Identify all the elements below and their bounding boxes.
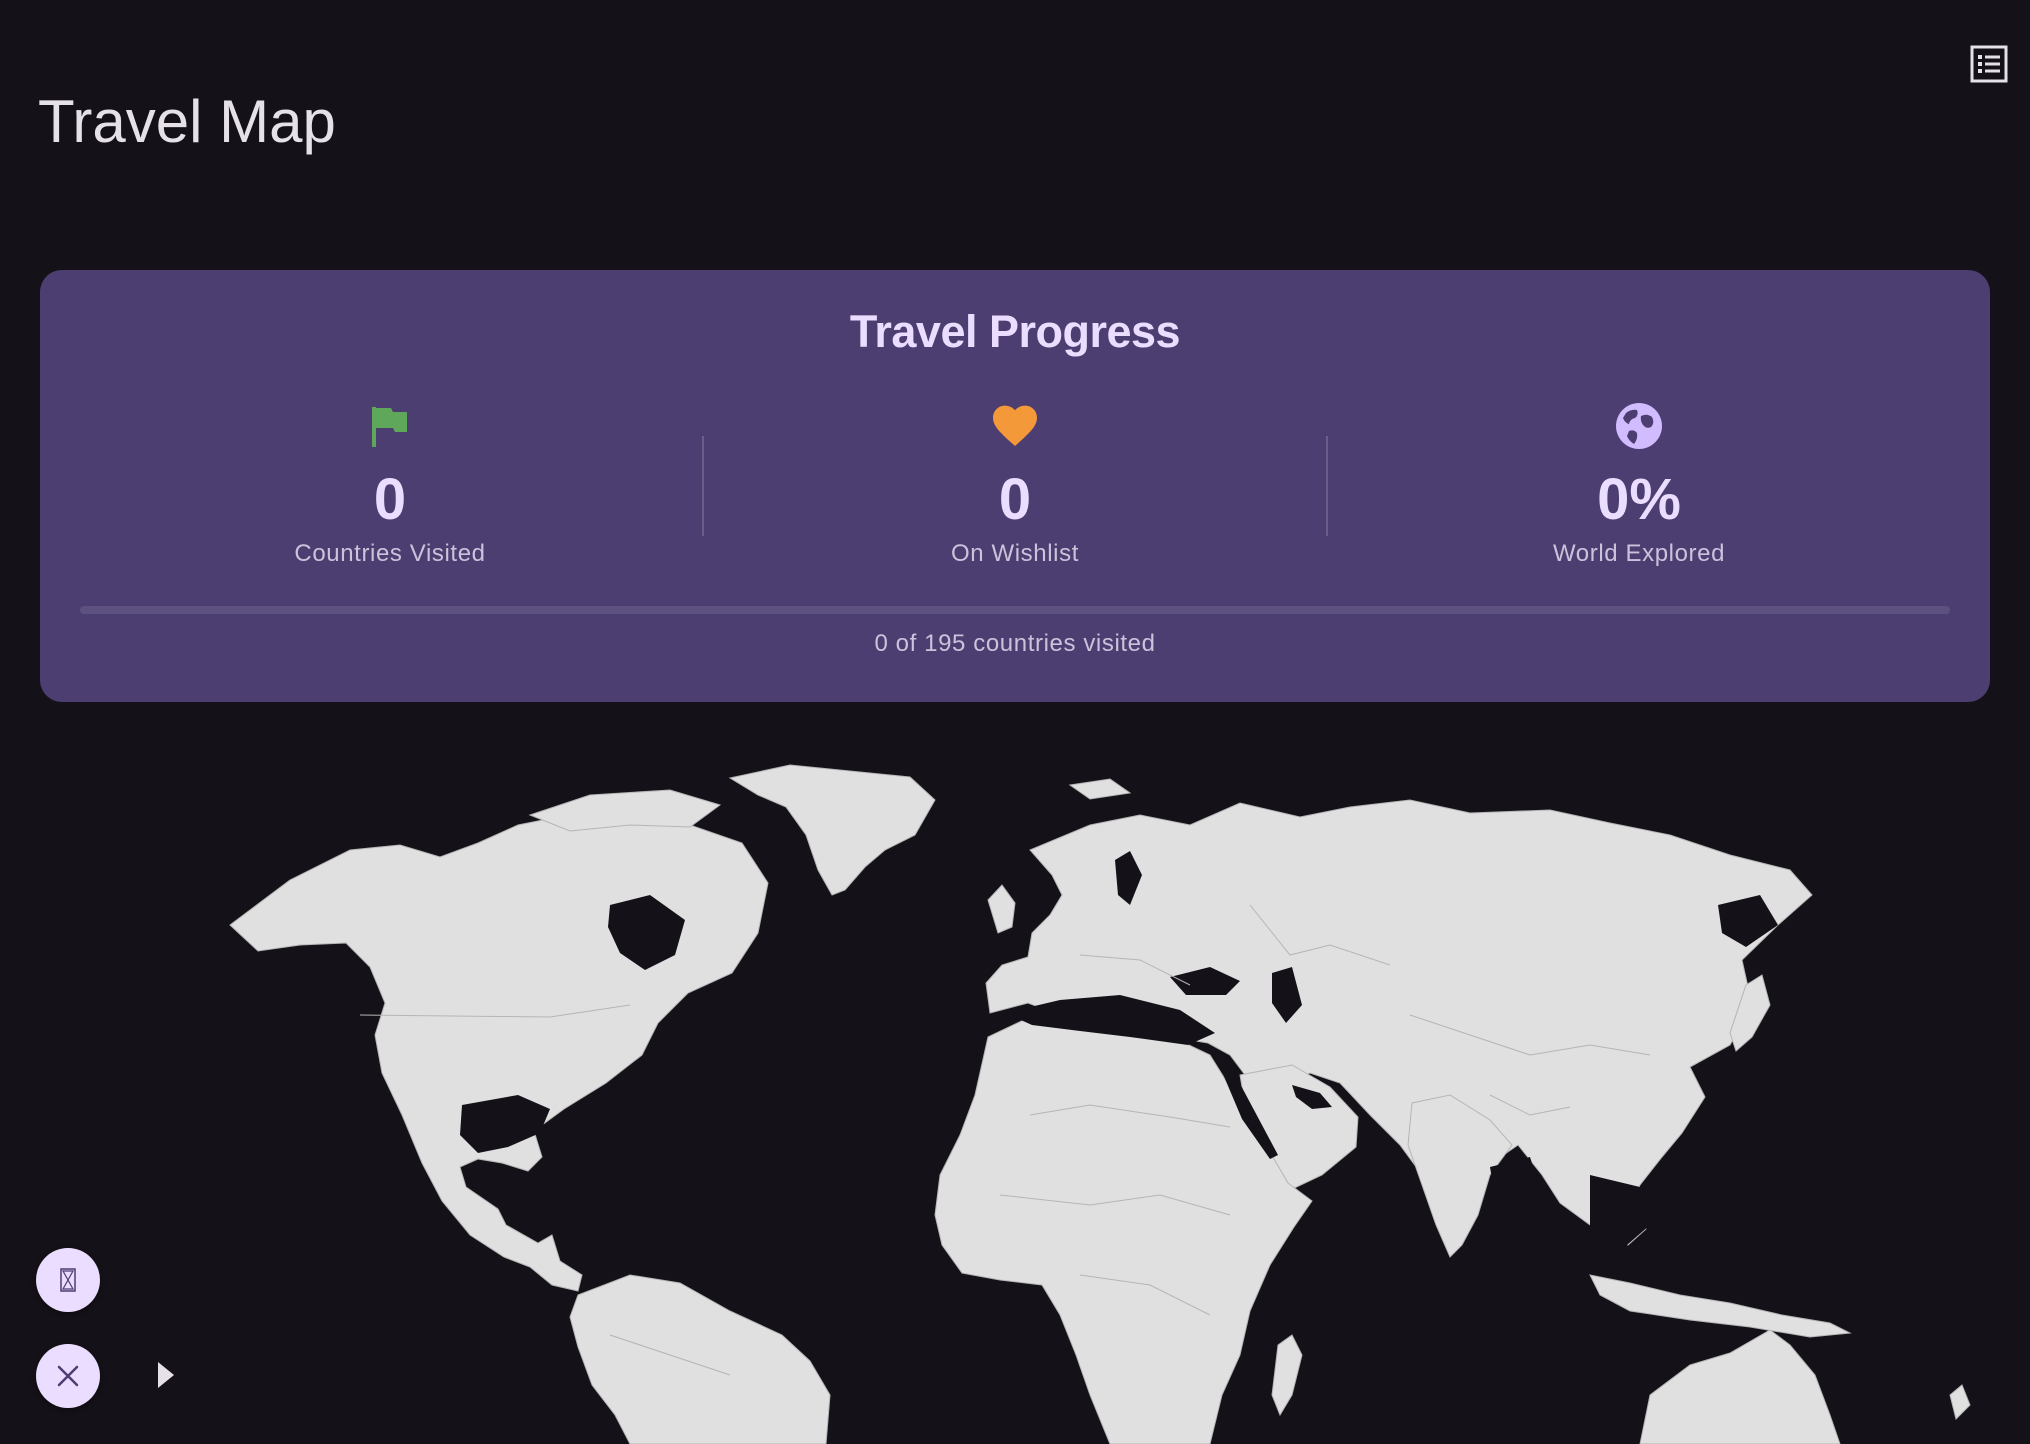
history-fab-button[interactable]: [36, 1248, 100, 1312]
world-explored-value: 0%: [1597, 467, 1681, 532]
hourglass-icon: [60, 1268, 76, 1292]
stat-countries-visited: 0 Countries Visited: [190, 400, 590, 568]
caribbean-sea: [550, 1153, 680, 1195]
flag-icon: [190, 400, 590, 452]
country-shape-indonesia[interactable]: [1589, 1274, 1852, 1338]
list-view-button[interactable]: [1968, 43, 2010, 85]
country-shape-australia[interactable]: [1639, 1329, 1841, 1444]
close-icon: [57, 1365, 79, 1387]
stat-wishlist: 0 On Wishlist: [815, 400, 1215, 568]
play-arrow-icon[interactable]: [156, 1360, 178, 1390]
countries-visited-label: Countries Visited: [294, 540, 486, 567]
country-shape-uk[interactable]: [987, 884, 1016, 934]
country-shape-new-zealand[interactable]: [1949, 1384, 1971, 1420]
country-shape-north-america[interactable]: [229, 812, 769, 1292]
app-root: Travel Map Travel Progress 0 Countries V…: [0, 0, 2030, 1444]
wishlist-label: On Wishlist: [951, 540, 1079, 567]
wishlist-value: 0: [998, 467, 1032, 532]
world-explored-label: World Explored: [1552, 540, 1726, 567]
globe-icon: [1439, 400, 1839, 452]
countries-visited-value: 0: [373, 467, 407, 532]
world-map-svg[interactable]: [30, 755, 2000, 1444]
list-view-icon: [1970, 45, 2008, 83]
page-title-text: Travel Map: [38, 96, 336, 155]
world-map[interactable]: [30, 755, 2000, 1444]
country-shape-south-america[interactable]: [569, 1274, 831, 1444]
stat-world-explored: 0% World Explored: [1439, 400, 1839, 568]
country-shape-canadian-islands[interactable]: [528, 789, 722, 832]
close-fab-button[interactable]: [36, 1344, 100, 1408]
country-shape-svalbard[interactable]: [1068, 778, 1132, 800]
progress-summary: 0 of 195 countries visited: [874, 630, 1156, 657]
south-china-sea: [1590, 1175, 1650, 1251]
heart-icon: [815, 400, 1215, 452]
stat-divider: [1326, 436, 1328, 536]
stat-divider: [702, 436, 704, 536]
progress-bar: [80, 606, 1950, 614]
progress-card-title: Travel Progress: [849, 306, 1181, 357]
country-shape-madagascar[interactable]: [1271, 1334, 1303, 1417]
page-title: Travel Map: [38, 96, 336, 168]
